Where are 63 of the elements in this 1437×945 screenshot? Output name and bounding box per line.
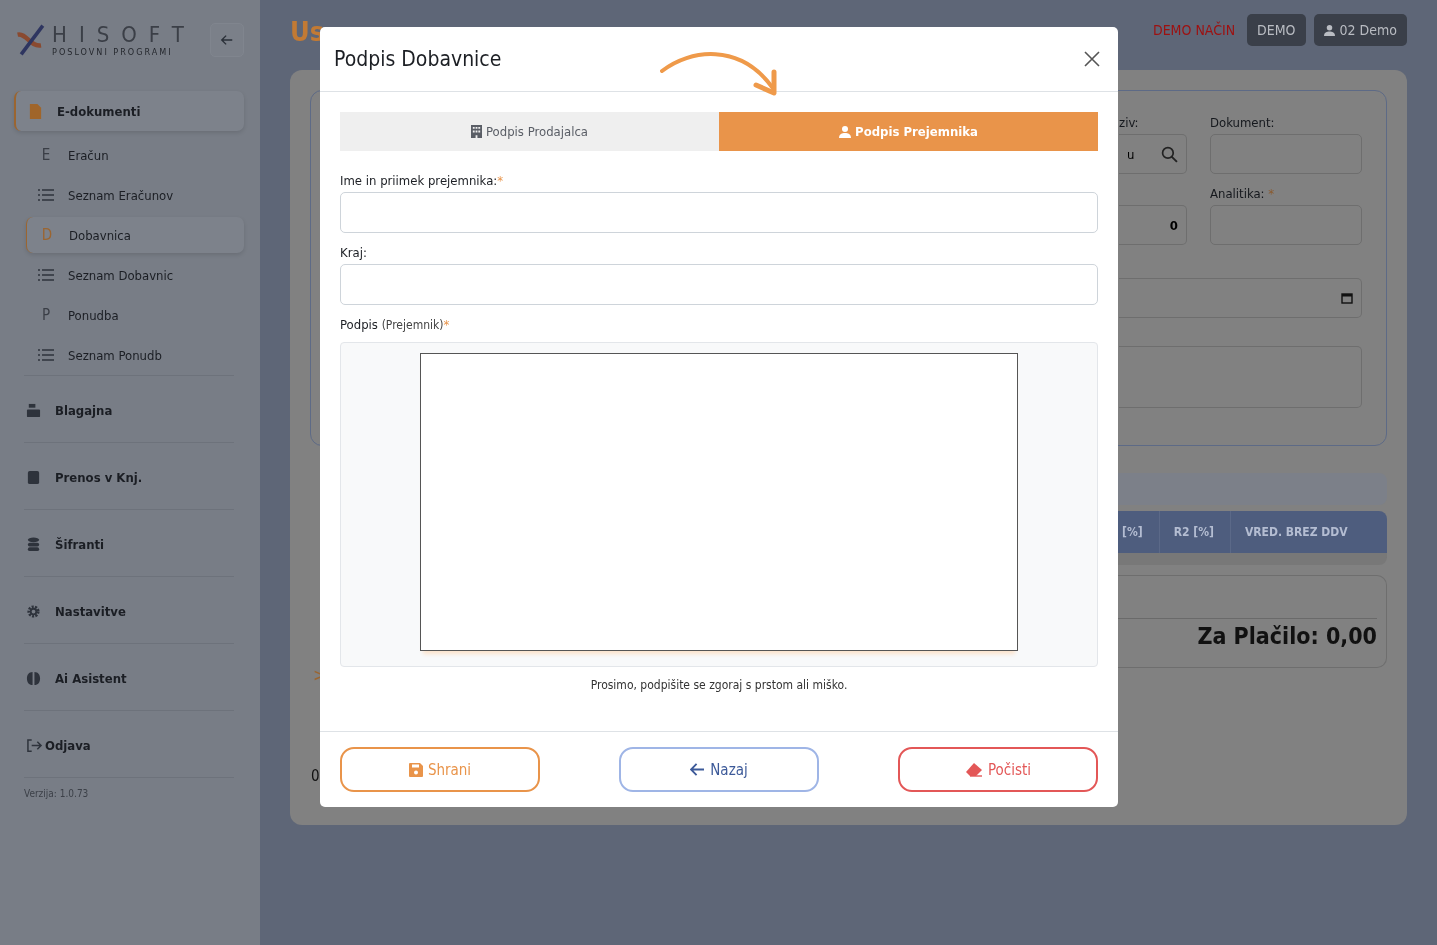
field-label: Ime in priimek prejemnika:* bbox=[340, 173, 505, 188]
tab[interactable]: Podpis Prodajalca bbox=[340, 112, 719, 151]
sidebar-item[interactable]: Blagajna bbox=[14, 390, 244, 430]
tab[interactable]: Podpis Prejemnika bbox=[719, 112, 1098, 151]
value-text: 0 bbox=[311, 767, 320, 785]
search-icon bbox=[1161, 145, 1178, 163]
sidebar-item[interactable]: Prenos v Knj. bbox=[14, 457, 244, 497]
list-icon bbox=[38, 349, 54, 361]
clear-button[interactable]: Počisti bbox=[898, 747, 1098, 792]
collapse-button[interactable] bbox=[210, 23, 244, 57]
field-label: Analitika: * bbox=[1210, 186, 1276, 203]
hint-text: Prosimo, podpišite se zgoraj s prstom ali miško. bbox=[590, 678, 848, 692]
sidebar-subitem[interactable]: E Eračun bbox=[26, 137, 244, 173]
file-icon bbox=[28, 103, 43, 119]
user-button[interactable]: 02 Demo bbox=[1313, 14, 1407, 46]
field-label: ziv: bbox=[1119, 115, 1140, 132]
settings-icon bbox=[26, 603, 41, 619]
sidebar-item[interactable]: Ai Asistent bbox=[14, 658, 244, 698]
sidebar-item[interactable]: Odjava bbox=[14, 725, 244, 765]
field-label: Kraj: bbox=[340, 245, 368, 260]
eraser-icon bbox=[964, 762, 983, 777]
search-field[interactable]: u bbox=[1119, 134, 1187, 174]
logo-tagline: POSLOVNI PROGRAMI bbox=[52, 47, 174, 57]
sidebar-subitem[interactable]: D Dobavnica bbox=[26, 217, 244, 253]
list-icon bbox=[38, 269, 54, 281]
database-icon bbox=[26, 536, 41, 552]
version-text: Verzija: 1.0.73 bbox=[23, 787, 90, 799]
signature-pad[interactable] bbox=[420, 353, 1018, 651]
calendar-icon bbox=[1341, 292, 1353, 304]
user-icon bbox=[839, 125, 852, 138]
field-label: Podpis (Prejemnik)* bbox=[340, 317, 451, 332]
list-icon bbox=[38, 189, 54, 201]
date-field[interactable] bbox=[1119, 278, 1362, 318]
notes-textarea[interactable] bbox=[1119, 346, 1362, 408]
column-header: VRED. BREZ DDV bbox=[1243, 524, 1349, 541]
demo-button[interactable]: DEMO bbox=[1247, 14, 1306, 46]
sidebar-item[interactable]: Šifranti bbox=[14, 524, 244, 564]
arrow-left-icon bbox=[690, 763, 706, 776]
text-field[interactable] bbox=[340, 264, 1098, 305]
sidebar-subitem[interactable]: Seznam Eračunov bbox=[26, 177, 244, 213]
sidebar-subitem[interactable]: P Ponudba bbox=[26, 297, 244, 333]
number-field[interactable]: 0 bbox=[1119, 205, 1187, 245]
sidebar-item[interactable]: E-dokumenti bbox=[14, 91, 244, 131]
text-field[interactable] bbox=[340, 192, 1098, 233]
book-icon bbox=[26, 469, 41, 485]
sidebar-subitem[interactable]: Seznam Dobavnic bbox=[26, 257, 244, 293]
brain-icon bbox=[26, 670, 41, 686]
dialog-title: Podpis Dobavnice bbox=[334, 47, 502, 71]
save-icon bbox=[408, 762, 423, 777]
save-button[interactable]: Shrani bbox=[340, 747, 540, 792]
building-icon bbox=[471, 125, 482, 138]
user-icon bbox=[1323, 24, 1335, 36]
column-header: R2 [%] bbox=[1159, 511, 1231, 553]
field-label: Dokument: bbox=[1210, 115, 1276, 132]
total-amount: Za Plačilo: 0,00 bbox=[1197, 623, 1377, 649]
demo-mode-label: DEMO NAČIN bbox=[1152, 22, 1236, 38]
sidebar-item[interactable]: Nastavitve bbox=[14, 591, 244, 631]
sidebar-subitem[interactable]: Seznam Ponudb bbox=[26, 337, 244, 373]
cash-register-icon bbox=[26, 402, 41, 418]
back-button[interactable]: Nazaj bbox=[619, 747, 819, 792]
logout-icon bbox=[26, 737, 43, 753]
logo-name: HISOFT bbox=[52, 23, 196, 47]
arrow-left-icon bbox=[220, 33, 234, 47]
